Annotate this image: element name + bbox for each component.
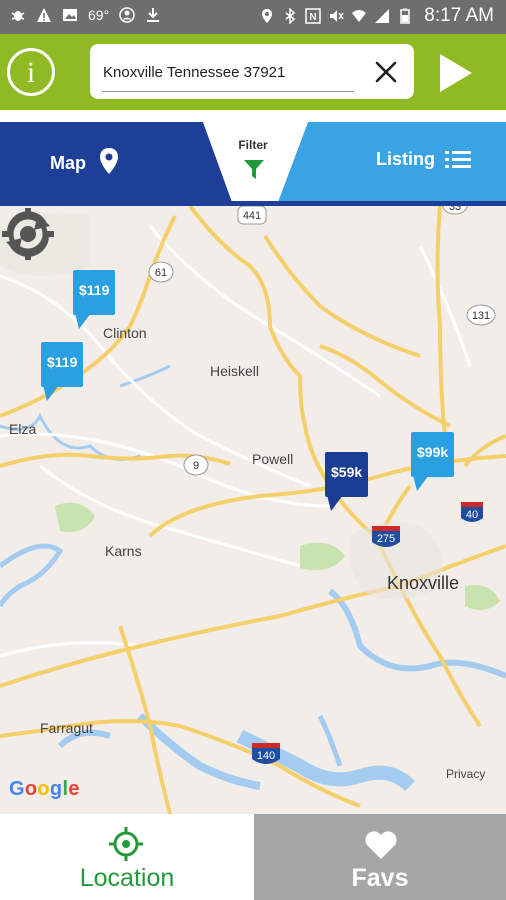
signal-icon [375,9,390,23]
bug-icon [11,11,25,21]
place-label-powell: Powell [252,451,294,467]
info-button[interactable]: i [7,48,55,96]
shield-9-label: 9 [193,460,199,472]
place-label-knoxville: Knoxville [387,573,460,593]
close-icon[interactable] [372,58,400,86]
mute-icon [330,10,344,22]
bottom-navigation: Location Favs [0,814,506,900]
account-icon [119,7,135,23]
view-tabs: Map Filter Listing [0,122,506,206]
marker-tail [413,475,429,491]
price-marker[interactable]: $99k [411,432,455,491]
tab-map-label: Map [50,153,86,173]
image-icon [63,9,77,21]
nfc-icon: N [305,8,322,24]
price-marker[interactable]: $119 [73,270,116,329]
list-icon [445,151,471,168]
marker-tail [75,313,91,329]
refresh-icon[interactable] [0,206,56,262]
shield-61-label: 61 [155,267,167,279]
search-underline [102,91,354,92]
heart-icon [365,831,397,859]
wifi-icon [352,10,367,22]
search-input-value: Knoxville Tennessee 37921 [103,64,286,81]
price-marker[interactable]: $119 [41,342,84,401]
price-marker-label: $99k [417,444,449,460]
download-icon [147,8,160,22]
price-marker-label: $59k [331,464,363,480]
price-marker-label: $119 [79,282,110,298]
shield-40-label: 40 [466,509,478,521]
battery-icon [400,8,411,24]
svg-text:N: N [310,12,317,23]
status-bar: 69° N 8:17 AM [0,0,506,34]
tab-favs[interactable]: Favs [254,814,506,900]
filter-icon [244,160,264,179]
price-marker[interactable]: $59k [325,452,369,511]
map-view[interactable]: 441 61 9 33 131 275 40 140 Clinton Heisk… [0,206,506,814]
shield-33-label: 33 [449,206,461,213]
map-pin-icon [100,148,118,174]
google-logo: Google [9,778,80,800]
crosshair-icon [109,827,143,861]
info-icon: i [26,56,36,89]
place-label-farragut: Farragut [40,720,93,736]
tab-location[interactable]: Location [0,814,254,900]
tab-favs-label: Favs [351,864,409,892]
location-icon [262,9,273,23]
header-gap [0,110,506,122]
marker-tail [43,385,59,401]
shield-275-label: 275 [377,533,395,545]
play-icon[interactable] [432,50,478,96]
tab-listing-label: Listing [376,149,435,169]
shield-131-label: 131 [472,310,490,322]
place-label-clinton: Clinton [103,325,147,341]
shield-441-label: 441 [243,210,261,222]
tab-location-label: Location [79,864,175,892]
privacy-link[interactable]: Privacy [446,767,485,781]
clock-text: 8:17 AM [424,5,494,26]
price-marker-label: $119 [47,354,78,370]
bluetooth-icon [285,8,296,24]
temperature-text: 69° [88,7,110,23]
marker-tail [327,495,343,511]
warning-icon [37,8,51,22]
search-header: i Knoxville Tennessee 37921 [0,34,506,110]
search-input[interactable]: Knoxville Tennessee 37921 [90,44,414,99]
shield-140-label: 140 [257,750,275,762]
tab-filter-label: Filter [238,138,268,152]
place-label-heiskell: Heiskell [210,363,260,379]
place-label-elza: Elza [9,421,37,437]
place-label-karns: Karns [105,543,142,559]
